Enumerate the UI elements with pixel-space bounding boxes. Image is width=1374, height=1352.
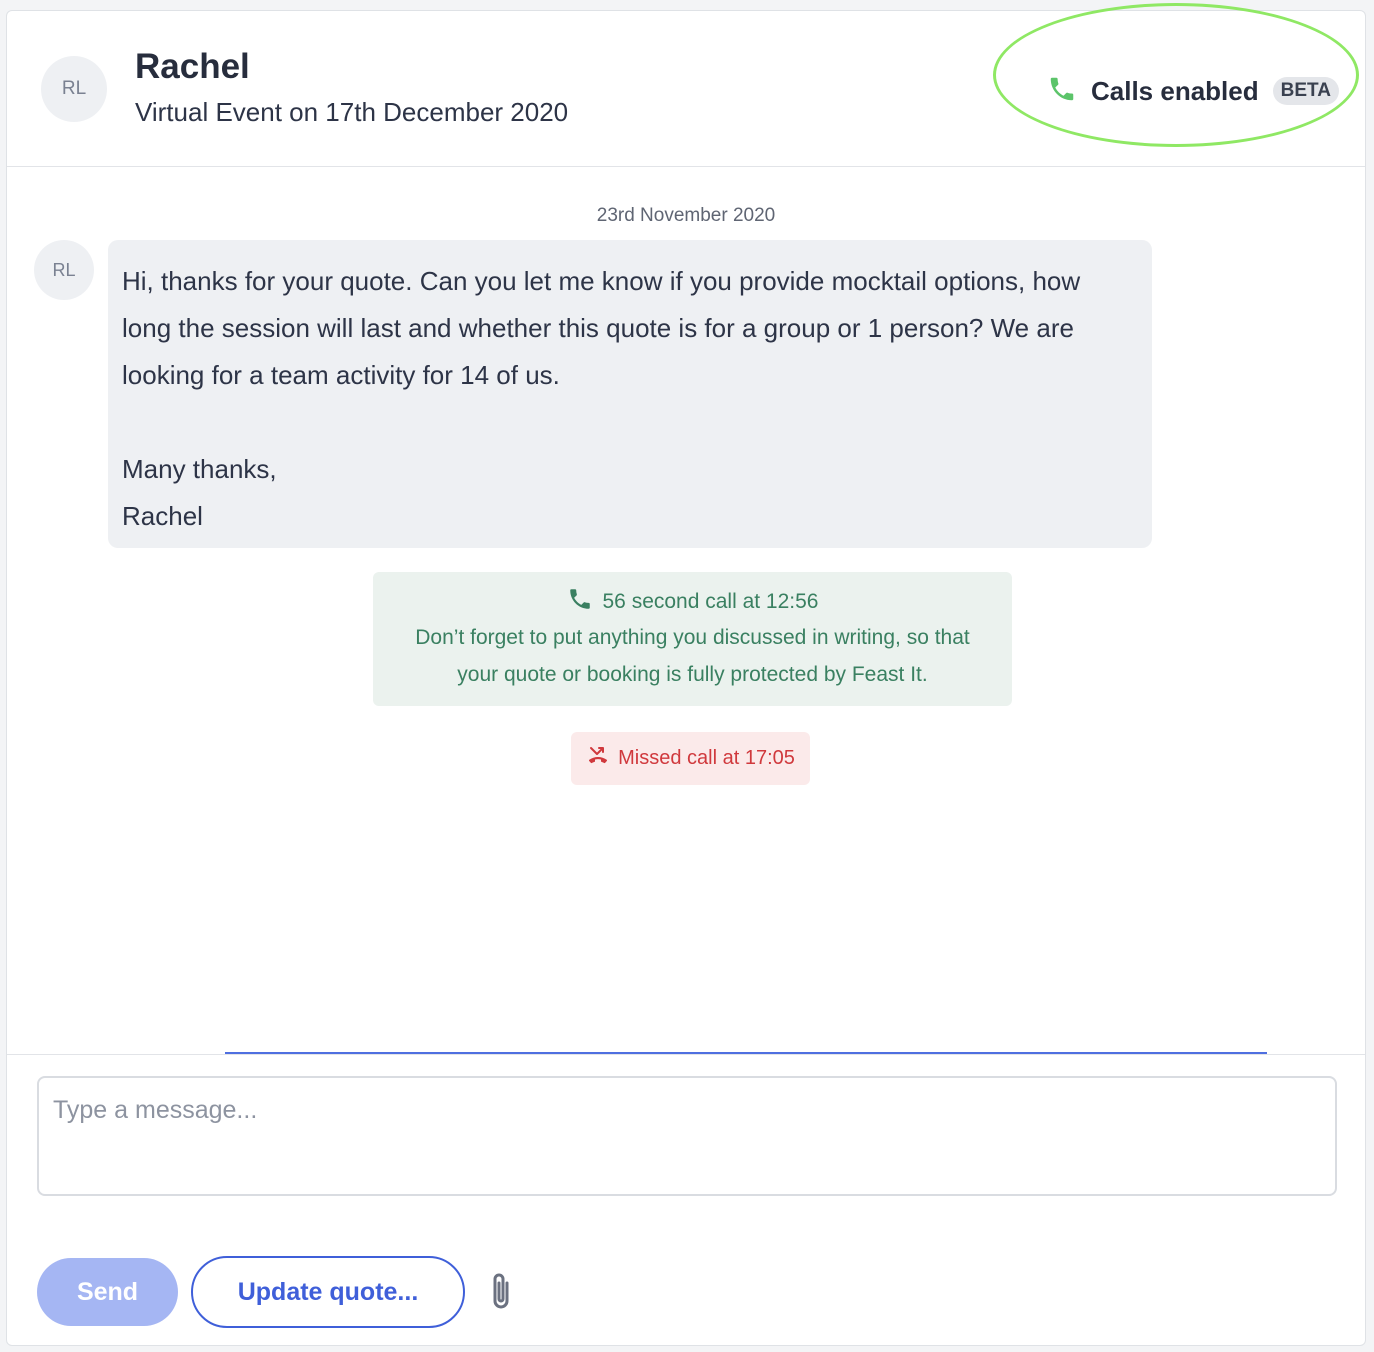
highlight-ring: [993, 3, 1359, 147]
call-reminder-text: Don’t forget to put anything you discuss…: [415, 626, 970, 686]
message-bubble: Hi, thanks for your quote. Can you let m…: [108, 240, 1152, 548]
divider: [7, 1054, 1365, 1055]
contact-name: Rachel: [135, 47, 250, 86]
message-input[interactable]: [37, 1076, 1337, 1196]
message-text: Hi, thanks for your quote. Can you let m…: [122, 266, 1081, 531]
paperclip-icon[interactable]: [487, 1269, 515, 1313]
call-duration-label: 56 second call at 12:56: [602, 590, 819, 613]
date-separator: 23rd November 2020: [596, 205, 776, 226]
missed-call-label: Missed call at 17:05: [618, 747, 795, 769]
send-button[interactable]: Send: [37, 1258, 178, 1326]
missed-call-icon: [586, 744, 618, 774]
conversation-panel: RL Rachel Virtual Event on 17th December…: [6, 10, 1366, 1346]
missed-call-badge: Missed call at 17:05: [571, 732, 810, 785]
avatar: RL: [41, 56, 107, 122]
event-subtitle: Virtual Event on 17th December 2020: [135, 97, 569, 127]
phone-icon: [567, 586, 603, 618]
message-avatar: RL: [34, 240, 94, 300]
call-summary-note: 56 second call at 12:56 Don’t forget to …: [373, 572, 1012, 706]
update-quote-button[interactable]: Update quote...: [191, 1256, 465, 1328]
